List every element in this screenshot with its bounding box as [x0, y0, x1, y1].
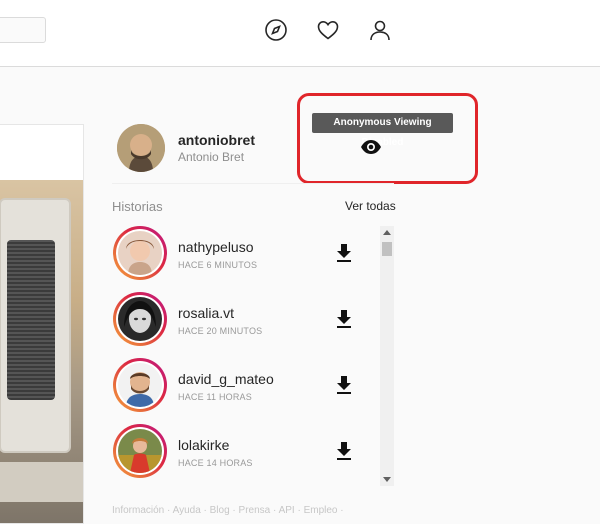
story-ring — [113, 292, 167, 346]
story-ring — [113, 358, 167, 412]
story-avatar — [118, 297, 162, 341]
stories-scrollbar[interactable] — [380, 226, 394, 486]
see-all-link[interactable]: Ver todas — [345, 199, 396, 213]
amplifier-knobs — [0, 462, 83, 502]
eye-icon[interactable] — [360, 139, 382, 155]
story-item[interactable]: david_g_mateo HACE 11 HORAS — [112, 358, 380, 414]
story-ring — [113, 424, 167, 478]
story-avatar — [118, 231, 162, 275]
story-ring — [113, 226, 167, 280]
feed-post — [0, 124, 84, 524]
story-username: david_g_mateo — [178, 371, 274, 387]
post-image[interactable] — [0, 180, 83, 523]
heart-icon[interactable] — [316, 18, 340, 42]
story-avatar — [118, 363, 162, 407]
story-item[interactable]: rosalia.vt HACE 20 MINUTOS — [112, 292, 380, 348]
story-time: HACE 6 MINUTOS — [178, 260, 258, 270]
user-icon[interactable] — [368, 18, 392, 42]
story-item[interactable]: lolakirke HACE 14 HORAS — [112, 424, 380, 480]
story-username: nathypeluso — [178, 239, 254, 255]
story-item[interactable]: nathypeluso HACE 6 MINUTOS — [112, 226, 380, 282]
footer-links[interactable]: Información · Ayuda · Blog · Prensa · AP… — [112, 505, 344, 516]
story-username: rosalia.vt — [178, 305, 235, 321]
download-icon[interactable] — [335, 309, 353, 329]
download-icon[interactable] — [335, 441, 353, 461]
scroll-down-arrow-icon[interactable] — [380, 472, 394, 486]
story-username: lolakirke — [178, 437, 230, 453]
stories-heading: Historias — [112, 199, 163, 214]
stories-list: nathypeluso HACE 6 MINUTOS rosalia.vt HA… — [112, 226, 380, 486]
story-avatar — [118, 429, 162, 473]
compass-icon[interactable] — [264, 18, 288, 42]
amplifier-grill — [7, 240, 55, 400]
scrollbar-thumb[interactable] — [382, 242, 392, 256]
anonymous-viewing-tooltip: Anonymous Viewing Disabled — [312, 113, 453, 148]
guitar-amplifier-image — [0, 198, 71, 453]
profile-full-name: Antonio Bret — [178, 150, 245, 164]
story-time: HACE 14 HORAS — [178, 458, 253, 468]
story-time: HACE 11 HORAS — [178, 392, 252, 402]
scroll-up-arrow-icon[interactable] — [380, 226, 394, 240]
profile-username[interactable]: antoniobret — [178, 132, 255, 148]
search-input[interactable] — [0, 17, 46, 43]
download-icon[interactable] — [335, 243, 353, 263]
top-navigation-bar — [0, 0, 600, 67]
section-divider — [112, 183, 394, 184]
download-icon[interactable] — [335, 375, 353, 395]
profile-avatar[interactable] — [117, 124, 165, 172]
story-time: HACE 20 MINUTOS — [178, 326, 263, 336]
